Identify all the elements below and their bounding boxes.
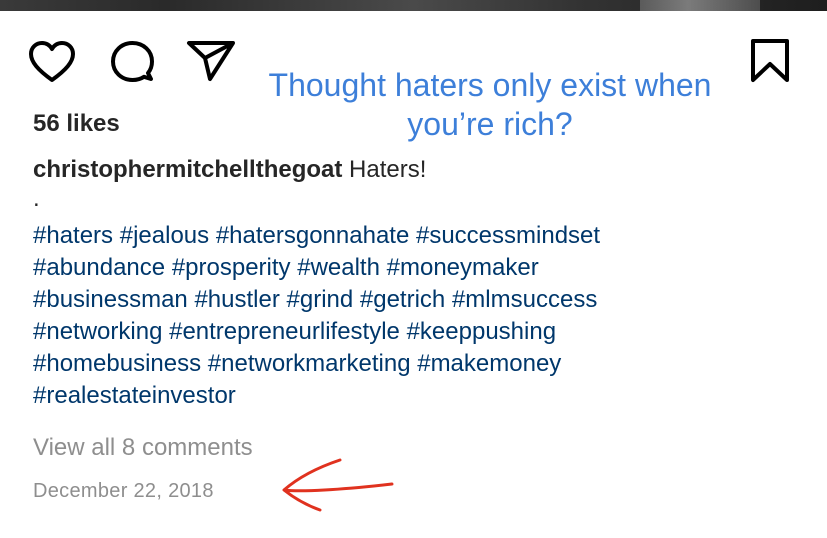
caption-dot: . bbox=[33, 185, 40, 212]
hashtag-list: #haters #jealous #hatersgonnahate #succe… bbox=[33, 220, 813, 412]
hashtag-link[interactable]: #homebusiness bbox=[33, 350, 201, 377]
hashtag-link[interactable]: #mlmsuccess bbox=[452, 286, 597, 313]
hashtag-link[interactable]: #prosperity bbox=[172, 254, 291, 281]
heart-icon[interactable] bbox=[28, 40, 76, 84]
post-photo-edge bbox=[0, 0, 827, 11]
hashtag-link[interactable]: #businessman bbox=[33, 286, 188, 313]
hashtag-link[interactable]: #networking bbox=[33, 318, 162, 345]
red-arrow-annotation bbox=[270, 452, 400, 521]
hashtag-link[interactable]: #successmindset bbox=[416, 222, 600, 249]
speech-bubble-icon[interactable] bbox=[108, 40, 156, 84]
hashtag-link[interactable]: #getrich bbox=[360, 286, 445, 313]
hashtag-link[interactable]: #haters bbox=[33, 222, 113, 249]
hashtag-link[interactable]: #entrepreneurlifestyle bbox=[169, 318, 400, 345]
hashtag-link[interactable]: #networkmarketing bbox=[208, 350, 411, 377]
view-comments-link[interactable]: View all 8 comments bbox=[33, 434, 253, 462]
annotation-text: Thought haters only exist when you’re ri… bbox=[268, 67, 712, 142]
hashtag-link[interactable]: #hustler bbox=[194, 286, 279, 313]
caption-text: Haters! bbox=[349, 156, 427, 183]
hashtag-link[interactable]: #abundance bbox=[33, 254, 165, 281]
hashtag-link[interactable]: #keeppushing bbox=[407, 318, 556, 345]
hashtag-link[interactable]: #jealous bbox=[120, 222, 209, 249]
username-link[interactable]: christophermitchellthegoat bbox=[33, 156, 342, 183]
hashtag-link[interactable]: #moneymaker bbox=[387, 254, 539, 281]
hashtag-link[interactable]: #grind bbox=[287, 286, 354, 313]
hashtag-link[interactable]: #hatersgonnahate bbox=[216, 222, 410, 249]
post-date: December 22, 2018 bbox=[33, 480, 214, 502]
hashtag-link[interactable]: #makemoney bbox=[417, 350, 561, 377]
hashtag-link[interactable]: #realestateinvestor bbox=[33, 382, 236, 409]
like-count[interactable]: 56 likes bbox=[33, 110, 120, 138]
paper-plane-icon[interactable] bbox=[186, 40, 236, 82]
post-caption: christophermitchellthegoat Haters! . #ha… bbox=[33, 154, 813, 412]
hashtag-link[interactable]: #wealth bbox=[297, 254, 380, 281]
bookmark-icon[interactable] bbox=[748, 38, 792, 84]
